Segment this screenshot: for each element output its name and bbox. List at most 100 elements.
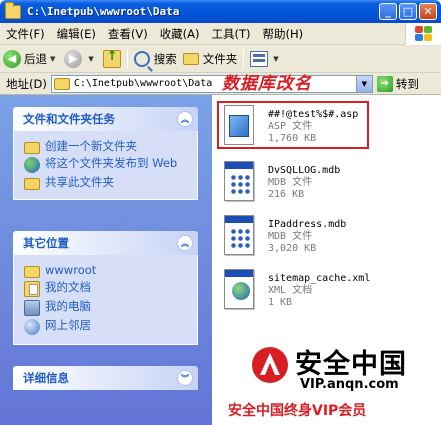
menu-file[interactable]: 文件(F)	[0, 26, 51, 42]
place-label: 我的电脑	[45, 299, 91, 313]
new-folder-icon	[24, 142, 40, 154]
file-tasks-header[interactable]: 文件和文件夹任务 ︽	[13, 107, 198, 131]
share-folder-icon	[24, 178, 40, 190]
panel-title: 详细信息	[23, 371, 69, 385]
file-size: 3,020 KB	[268, 243, 317, 254]
watermark-slogan: 安全中国终身VIP会员	[228, 403, 367, 419]
go-arrow-icon: ➔	[376, 75, 393, 92]
title-bar: C:\Inetpub\wwwroot\Data _ □ ✕	[0, 0, 441, 23]
place-my-documents[interactable]: 我的文档	[24, 281, 189, 297]
windows-logo-icon	[405, 23, 441, 45]
file-type: MDB 文件	[268, 231, 313, 242]
folders-label: 文件夹	[202, 51, 238, 66]
address-path: C:\Inetpub\wwwroot\Data	[73, 78, 213, 89]
file-item[interactable]: DvSQLLOG.mdb MDB 文件 216 KB	[220, 161, 340, 205]
watermark-logo-icon	[252, 347, 288, 383]
chevron-up-icon[interactable]: ︽	[177, 111, 193, 127]
back-arrow-icon: ◀	[3, 49, 21, 68]
database-file-icon	[220, 161, 258, 205]
address-bar: 地址(D) C:\Inetpub\wwwroot\Data 数据库改名 ▼ ➔ …	[0, 73, 441, 95]
forward-button[interactable]: ▶ ▼	[61, 47, 99, 71]
folder-icon	[24, 266, 40, 278]
file-tasks-panel: 文件和文件夹任务 ︽ 创建一个新文件夹 将这个文件夹发布到 Web 共享此文件夹	[13, 107, 198, 200]
menu-tools[interactable]: 工具(T)	[206, 26, 257, 42]
address-input[interactable]: C:\Inetpub\wwwroot\Data 数据库改名 ▼	[50, 73, 373, 94]
file-size: 1,760 KB	[268, 133, 317, 144]
toolbar-divider	[243, 48, 245, 69]
watermark-brand: 安全中国	[295, 349, 407, 380]
search-label: 搜索	[153, 51, 177, 66]
documents-icon	[24, 281, 40, 297]
chevron-down-icon[interactable]: ▼	[273, 55, 278, 63]
file-type: ASP 文件	[268, 121, 313, 132]
go-button[interactable]: ➔ 转到	[376, 75, 419, 92]
details-header[interactable]: 详细信息 ︾	[13, 366, 198, 390]
menu-help[interactable]: 帮助(H)	[257, 26, 310, 42]
file-type: MDB 文件	[268, 177, 313, 188]
back-button[interactable]: ◀ 后退 ▼	[0, 47, 61, 71]
panel-title: 文件和文件夹任务	[23, 112, 115, 126]
forward-arrow-icon: ▶	[64, 49, 83, 68]
watermark-url: VIP.anqn.com	[300, 377, 399, 392]
file-size: 1 KB	[268, 297, 293, 308]
panel-title: 其它位置	[23, 236, 69, 250]
folders-button[interactable]: 文件夹	[180, 47, 241, 71]
file-name: IPaddress.mdb	[268, 219, 347, 230]
task-label: 共享此文件夹	[45, 175, 114, 189]
toolbar: ◀ 后退 ▼ ▶ ▼ 搜索 文件夹 ▼	[0, 45, 441, 73]
views-button[interactable]: ▼	[247, 47, 284, 71]
chevron-down-icon[interactable]: ▼	[50, 55, 55, 63]
folder-icon	[5, 1, 21, 19]
file-item[interactable]: sitemap_cache.xml XML 文档 1 KB	[220, 269, 370, 313]
chevron-up-icon[interactable]: ︽	[177, 235, 193, 251]
chevron-down-icon[interactable]: ▼	[355, 75, 372, 92]
place-label: 我的文档	[45, 280, 91, 294]
up-folder-icon	[102, 49, 121, 68]
menu-favorites[interactable]: 收藏(A)	[154, 26, 206, 42]
network-icon	[24, 319, 40, 335]
place-my-computer[interactable]: 我的电脑	[24, 300, 189, 316]
other-places-panel: 其它位置 ︽ wwwroot 我的文档 我的电脑 网上邻居	[13, 231, 198, 345]
chevron-down-icon[interactable]: ︾	[177, 370, 193, 386]
task-pane: 文件和文件夹任务 ︽ 创建一个新文件夹 将这个文件夹发布到 Web 共享此文件夹…	[0, 95, 212, 425]
menu-view[interactable]: 查看(V)	[102, 26, 154, 42]
minimize-button[interactable]: _	[379, 3, 397, 20]
file-item[interactable]: IPaddress.mdb MDB 文件 3,020 KB	[220, 215, 346, 259]
rename-annotation: 数据库改名	[221, 73, 312, 94]
computer-icon	[24, 300, 40, 316]
details-panel: 详细信息 ︾	[13, 366, 198, 390]
chevron-down-icon[interactable]: ▼	[88, 55, 93, 63]
asp-file-icon	[220, 105, 258, 149]
place-label: 网上邻居	[45, 318, 91, 332]
place-label: wwwroot	[45, 263, 97, 277]
file-size: 216 KB	[268, 189, 305, 200]
database-file-icon	[220, 215, 258, 259]
task-new-folder[interactable]: 创建一个新文件夹	[24, 140, 189, 154]
menu-bar: 文件(F) 编辑(E) 查看(V) 收藏(A) 工具(T) 帮助(H)	[0, 23, 441, 45]
file-name: DvSQLLOG.mdb	[268, 165, 341, 176]
toolbar-divider	[126, 48, 128, 69]
go-label: 转到	[395, 76, 419, 91]
task-share-folder[interactable]: 共享此文件夹	[24, 176, 189, 190]
xml-file-icon	[220, 269, 258, 313]
back-label: 后退	[24, 51, 47, 66]
other-places-header[interactable]: 其它位置 ︽	[13, 231, 198, 255]
close-button[interactable]: ✕	[419, 3, 437, 20]
view-list-icon	[250, 50, 269, 67]
search-icon	[133, 50, 150, 67]
task-label: 创建一个新文件夹	[45, 139, 137, 153]
address-label: 地址(D)	[6, 76, 47, 91]
maximize-button[interactable]: □	[399, 3, 417, 20]
place-network[interactable]: 网上邻居	[24, 319, 189, 335]
task-label: 将这个文件夹发布到 Web	[45, 156, 178, 170]
file-name: sitemap_cache.xml	[268, 273, 371, 284]
task-publish-web[interactable]: 将这个文件夹发布到 Web	[24, 157, 189, 173]
place-wwwroot[interactable]: wwwroot	[24, 264, 189, 278]
up-folder-button[interactable]	[100, 47, 124, 71]
file-item[interactable]: ##!@test%$#.asp ASP 文件 1,760 KB	[220, 105, 358, 149]
search-button[interactable]: 搜索	[131, 47, 180, 71]
window-title: C:\Inetpub\wwwroot\Data	[27, 5, 180, 18]
folder-icon	[53, 77, 70, 90]
menu-edit[interactable]: 编辑(E)	[51, 26, 102, 42]
globe-icon	[24, 157, 40, 173]
